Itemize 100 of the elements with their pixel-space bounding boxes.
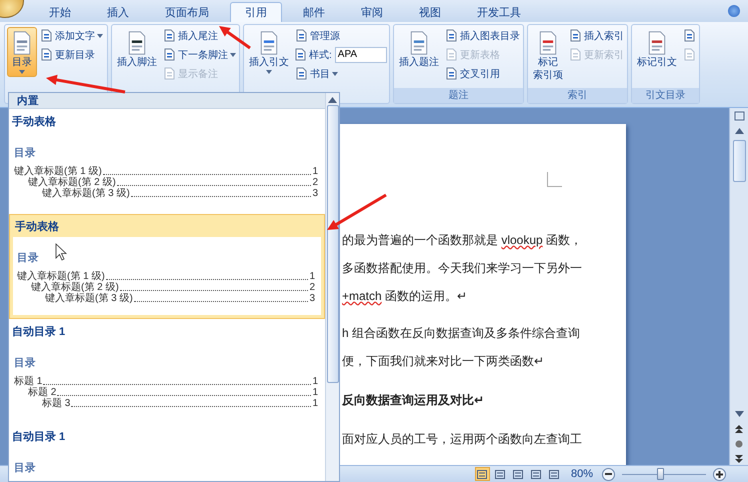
caret-icon: [97, 34, 103, 38]
gallery-scrollbar[interactable]: [325, 93, 339, 481]
ribbon-button[interactable]: 下一条脚注: [162, 46, 237, 63]
minus-icon: [605, 473, 612, 475]
scroll-thumb[interactable]: [326, 105, 338, 383]
document-icon: [295, 29, 308, 42]
zoom-level[interactable]: 80%: [570, 468, 593, 480]
toolbar-icon-button[interactable]: [682, 27, 697, 44]
ruler-toggle-icon[interactable]: [732, 110, 746, 122]
large-ribbon-button[interactable]: 插入脚注: [114, 27, 160, 72]
ribbon-button[interactable]: 书目: [294, 65, 387, 82]
plus-icon: [716, 470, 723, 478]
paragraph-text: 反向数据查询运用及对比↵: [342, 392, 484, 409]
page-number: 1: [312, 166, 318, 177]
view-mode-button[interactable]: [546, 467, 562, 481]
gallery-item-title: 手动表格: [11, 114, 57, 130]
gallery-item-title: 自动目录 1: [11, 324, 66, 340]
ribbon-tab[interactable]: 页面布局: [150, 2, 224, 22]
document-icon: [682, 48, 696, 61]
document-icon: [295, 67, 308, 80]
ribbon-tab[interactable]: 插入: [92, 2, 144, 22]
group-label: 题注: [394, 88, 523, 103]
toc-heading: 目录: [14, 356, 36, 370]
ribbon-button[interactable]: 更新目录: [39, 46, 104, 63]
page-number: 3: [312, 188, 318, 199]
document-icon: [444, 48, 458, 61]
zoom-slider-thumb[interactable]: [656, 468, 664, 480]
document-icon: [40, 48, 53, 61]
toc-entry-text: 标题 3: [42, 398, 70, 409]
vertical-scrollbar[interactable]: [729, 108, 748, 465]
ribbon-button[interactable]: 插入索引: [568, 27, 625, 44]
caret-icon: [332, 72, 338, 76]
page-number: 1: [312, 387, 318, 398]
document-icon: [568, 48, 582, 61]
group-label: 索引: [528, 88, 627, 103]
gallery-item-title: 自动目录 1: [11, 430, 66, 445]
ribbon-button[interactable]: 交叉引用: [444, 65, 521, 82]
zoom-out-button[interactable]: [602, 468, 615, 480]
mouse-pointer-icon: [56, 243, 67, 261]
ribbon-tab[interactable]: 视图: [404, 2, 456, 22]
paragraph-text: h 组合函数在反向数据查询及多条件综合查询: [342, 325, 580, 342]
scroll-thumb[interactable]: [732, 140, 746, 182]
toc-entry-text: 键入章标题(第 3 级): [45, 293, 133, 304]
paragraph-text: +match 函数的运用。↵: [342, 288, 468, 305]
ribbon-button[interactable]: 插入图表目录: [444, 27, 521, 44]
toc-entry-text: 键入章标题(第 2 级): [31, 282, 119, 293]
caret-icon: [266, 70, 272, 74]
paragraph-text: 便，下面我们就来对比一下两类函数↵: [342, 353, 544, 370]
toc-heading: 目录: [14, 461, 36, 475]
annotation-arrow: [327, 194, 387, 230]
document-icon: [163, 29, 176, 42]
toc-entry-text: 标题 1: [14, 376, 42, 387]
large-ribbon-button[interactable]: 插入题注: [396, 27, 442, 72]
paragraph-text: 多函数搭配使用。今天我们来学习一下另外一: [342, 260, 582, 277]
page-number: 1: [312, 376, 318, 387]
toc-entry-text: 键入章标题(第 3 级): [42, 188, 130, 199]
view-mode-button[interactable]: [528, 467, 544, 481]
page-number: 1: [312, 398, 318, 409]
caret-icon: [19, 70, 25, 74]
document-icon: [444, 67, 458, 80]
large-ribbon-button[interactable]: 目录: [7, 27, 37, 77]
large-ribbon-button[interactable]: 标记 索引项: [530, 27, 566, 85]
ribbon-tab[interactable]: 开始: [34, 2, 86, 22]
next-page-icon[interactable]: [732, 453, 746, 465]
gallery-item[interactable]: 手动表格 目录 键入章标题(第 1 级) 1 键入章标题(第 2 级) 2 键入章标题(第 3 级) 3: [9, 214, 325, 319]
ribbon-tab[interactable]: 审阅: [346, 2, 398, 22]
ribbon-button[interactable]: 添加文字: [39, 27, 104, 44]
page-number: 2: [309, 282, 315, 293]
document-icon: [40, 29, 53, 42]
ribbon-button[interactable]: 管理源: [294, 27, 387, 44]
large-ribbon-button[interactable]: 标记引文: [634, 27, 680, 72]
view-mode-button[interactable]: [474, 467, 490, 481]
browse-object-icon[interactable]: [732, 438, 746, 450]
gallery-item-title: 手动表格: [14, 220, 60, 235]
margin-corner-mark: [547, 172, 562, 187]
zoom-in-button[interactable]: [713, 468, 726, 480]
ribbon-tab[interactable]: 开发工具: [462, 2, 536, 22]
toc-entry-text: 标题 2: [28, 387, 56, 398]
toc-entry-text: 键入章标题(第 2 级): [28, 177, 116, 188]
page-number: 2: [312, 177, 318, 188]
ribbon-tab[interactable]: 邮件: [288, 2, 340, 22]
ribbon-tab[interactable]: 引用: [230, 2, 282, 22]
toc-heading: 目录: [17, 251, 39, 265]
paragraph-text: 的最为普遍的一个函数那就是 vlookup 函数，: [342, 232, 582, 249]
group-label: 引文目录: [632, 88, 699, 103]
scroll-up-icon[interactable]: [328, 97, 337, 103]
document-icon: [568, 29, 582, 42]
view-mode-button[interactable]: [492, 467, 508, 481]
page-number: 1: [309, 271, 315, 282]
document-icon: [682, 29, 696, 42]
style-icon: [294, 48, 307, 61]
large-ribbon-button[interactable]: 插入引文: [246, 27, 292, 77]
document-icon: [163, 48, 176, 61]
previous-page-icon[interactable]: [732, 423, 746, 435]
paragraph-text: 面对应人员的工号，运用两个函数向左查询工: [342, 431, 582, 448]
annotation-arrow: [219, 26, 251, 50]
toc-entry-text: 键入章标题(第 1 级): [17, 271, 105, 282]
view-mode-button[interactable]: [510, 467, 526, 481]
gallery-section-header: 内置: [9, 93, 325, 109]
style-dropdown[interactable]: APA: [334, 46, 387, 62]
